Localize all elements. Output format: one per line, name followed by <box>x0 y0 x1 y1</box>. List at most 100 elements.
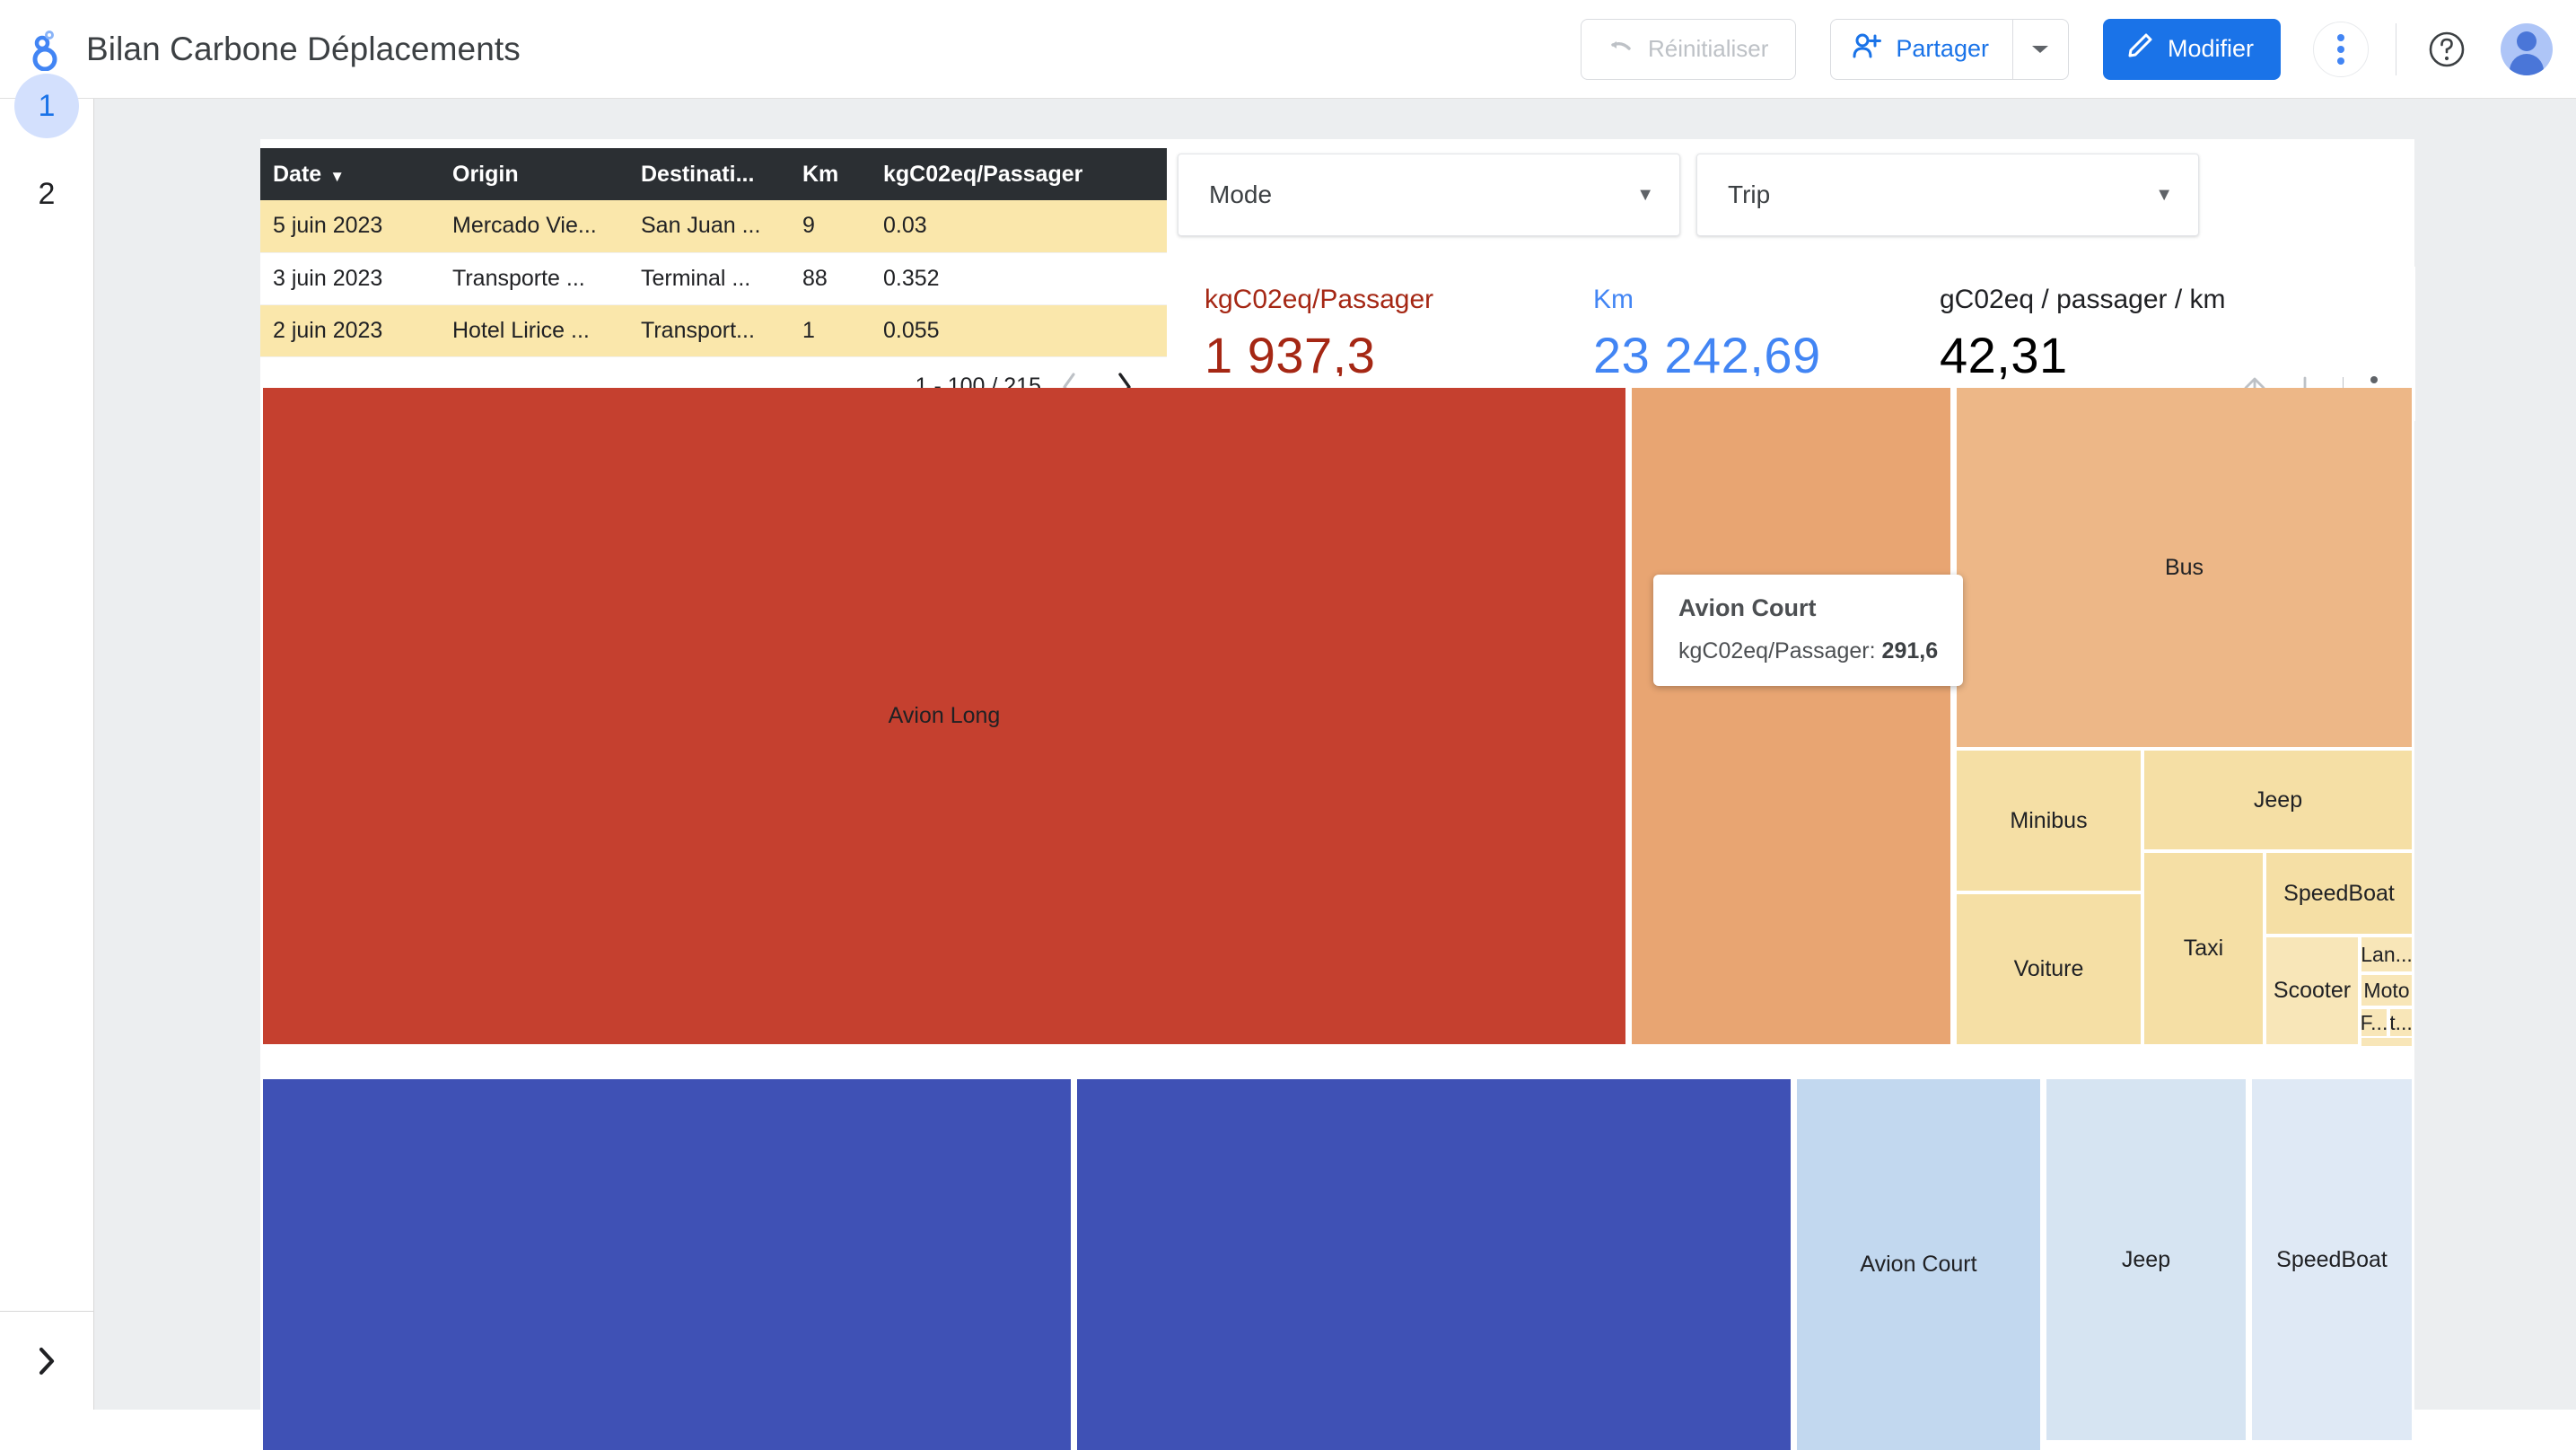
rail-page-2[interactable]: 2 <box>14 162 79 226</box>
treemap-tile-jeep[interactable]: Jeep <box>2144 751 2412 849</box>
help-button[interactable] <box>2423 26 2470 73</box>
edit-button-label: Modifier <box>2167 35 2254 62</box>
table-row[interactable]: 2 juin 2023 Hotel Lirice ... Transport..… <box>260 304 1167 357</box>
table-col-kgco2[interactable]: kgC02eq/Passager <box>871 148 1167 200</box>
rail-expand-button[interactable] <box>0 1311 93 1410</box>
table-row[interactable]: 3 juin 2023 Transporte ... Terminal ... … <box>260 252 1167 305</box>
cell-origin: Mercado Vie... <box>440 200 628 253</box>
undo-icon <box>1608 35 1635 63</box>
treemap-km-tile-jeep[interactable]: Jeep <box>2046 1079 2246 1440</box>
tooltip-metric: kgC02eq/Passager: 291,6 <box>1678 638 1938 664</box>
share-button-group: Partager <box>1830 18 2069 80</box>
treemap-tile-lan[interactable]: Lan... <box>2361 937 2412 971</box>
tile-label: Voiture <box>2013 956 2084 981</box>
table-col-origin[interactable]: Origin <box>440 148 628 200</box>
rail-page-2-label: 2 <box>38 176 56 211</box>
cell-origin: Transporte ... <box>440 252 628 305</box>
person-add-icon <box>1853 32 1882 66</box>
edit-button[interactable]: Modifier <box>2102 18 2281 80</box>
more-options-button[interactable] <box>2313 21 2369 77</box>
dropdown-caret-icon: ▼ <box>2155 184 2173 205</box>
treemap-tile-avion-court[interactable] <box>1632 388 1950 1044</box>
filter-mode-label: Mode <box>1209 180 1273 208</box>
tile-label: t... <box>2390 1010 2412 1034</box>
treemap-km-tile-1[interactable] <box>263 1079 1071 1450</box>
cell-km: 1 <box>790 304 871 357</box>
filter-mode-dropdown[interactable]: Mode ▼ <box>1178 154 1680 236</box>
cell-kgco2: 0.055 <box>871 304 1167 357</box>
share-dropdown-caret[interactable] <box>2011 19 2068 79</box>
scorecard-kgco2[interactable]: kgC02eq/Passager 1 937,3 <box>1178 267 1552 376</box>
treemap-tile-t[interactable]: t... <box>2390 1009 2412 1036</box>
page-rail: 1 2 <box>0 74 94 1410</box>
tile-label: F... <box>2361 1010 2387 1034</box>
treemap-tile-taxi[interactable]: Taxi <box>2144 853 2263 1044</box>
report-page: Date ▼ Origin Destinati... Km kgC02eq/Pas… <box>260 139 2415 1450</box>
treemap-tile-minibus[interactable]: Minibus <box>1957 751 2141 891</box>
rail-page-1[interactable]: 1 <box>14 74 79 138</box>
user-avatar[interactable] <box>2501 22 2553 75</box>
treemap-tile-bus[interactable]: Bus <box>1957 388 2412 747</box>
treemap-tile-moto[interactable]: Moto <box>2361 975 2412 1006</box>
tooltip-metric-label: kgC02eq/Passager: <box>1678 638 1876 663</box>
treemap-tile-voiture[interactable]: Voiture <box>1957 894 2141 1044</box>
trips-table: Date ▼ Origin Destinati... Km kgC02eq/Pas… <box>260 148 1167 357</box>
treemap-tile-scooter[interactable]: Scooter <box>2266 937 2358 1044</box>
scorecard-km-caption: Km <box>1593 285 1634 314</box>
scorecard-km-value: 23 242,69 <box>1593 327 1821 376</box>
cell-destination: Transport... <box>628 304 790 357</box>
filter-trip-label: Trip <box>1728 180 1771 208</box>
reset-button-label: Réinitialiser <box>1648 35 1769 62</box>
report-canvas: Date ▼ Origin Destinati... Km kgC02eq/Pas… <box>94 99 2576 1450</box>
share-button[interactable]: Partager <box>1831 20 2012 79</box>
tile-label: Jeep <box>2121 1246 2171 1272</box>
tile-label: ... <box>2379 1038 2393 1046</box>
cell-kgco2: 0.03 <box>871 200 1167 253</box>
tile-label: Moto <box>2363 978 2410 1002</box>
treemap-emissions: Avion Long Bus Minibus Voiture Jeep Taxi… <box>260 386 2414 1046</box>
treemap-km-tile-speedboat[interactable]: SpeedBoat <box>2252 1079 2412 1440</box>
kebab-menu-icon <box>2337 33 2344 65</box>
help-circle-icon <box>2429 31 2465 66</box>
filter-trip-dropdown[interactable]: Trip ▼ <box>1696 154 2199 236</box>
tile-label: SpeedBoat <box>2276 1246 2388 1272</box>
cell-km: 9 <box>790 200 871 253</box>
table-col-destination[interactable]: Destinati... <box>628 148 790 200</box>
chevron-down-icon <box>2032 45 2049 53</box>
treemap-tile-other[interactable]: ... <box>2361 1038 2412 1046</box>
tooltip-title: Avion Court <box>1678 594 1817 621</box>
tooltip-metric-value: 291,6 <box>1881 638 1939 663</box>
table-header-row: Date ▼ Origin Destinati... Km kgC02eq/Pas… <box>260 148 1167 200</box>
treemap-tile-speedboat[interactable]: SpeedBoat <box>2266 853 2412 934</box>
tile-label: Taxi <box>2183 936 2224 961</box>
kebab-menu-icon <box>2370 376 2378 383</box>
sort-descending-caret-icon: ▼ <box>329 167 346 185</box>
tile-label: Avion Court <box>1860 1252 1977 1277</box>
app-header: Bilan Carbone Déplacements Réinitialiser <box>0 0 2576 99</box>
cell-date: 5 juin 2023 <box>260 200 440 253</box>
treemap-km-tile-2[interactable] <box>1077 1079 1791 1450</box>
tile-label: Bus <box>2164 554 2204 580</box>
treemap-tile-avion-long[interactable]: Avion Long <box>263 388 1625 1044</box>
cell-origin: Hotel Lirice ... <box>440 304 628 357</box>
tile-label: Jeep <box>2253 787 2303 813</box>
tile-label: Scooter <box>2273 978 2352 1003</box>
rail-page-1-label: 1 <box>38 88 56 123</box>
scorecard-km[interactable]: Km 23 242,69 <box>1566 267 1898 376</box>
dropdown-caret-icon: ▼ <box>1636 184 1654 205</box>
treemap-tooltip: Avion Court kgC02eq/Passager: 291,6 <box>1653 575 1964 686</box>
treemap-tile-f[interactable]: F... <box>2361 1009 2387 1036</box>
scorecard-kgco2-caption: kgC02eq/Passager <box>1205 285 1434 314</box>
pencil-icon <box>2126 32 2153 66</box>
table-row[interactable]: 5 juin 2023 Mercado Vie... San Juan ... … <box>260 200 1167 253</box>
scorecard-kgco2-value: 1 937,3 <box>1205 327 1376 376</box>
treemap-km: Avion Court Jeep SpeedBoat <box>260 1077 2414 1450</box>
reset-button[interactable]: Réinitialiser <box>1581 18 1797 80</box>
table-col-km[interactable]: Km <box>790 148 871 200</box>
tile-label: Avion Long <box>888 703 1001 728</box>
looker-studio-logo-icon[interactable] <box>25 26 66 73</box>
table-col-date[interactable]: Date ▼ <box>260 148 440 200</box>
cell-date: 2 juin 2023 <box>260 304 440 357</box>
cell-destination: Terminal ... <box>628 252 790 305</box>
treemap-km-tile-avion-court[interactable]: Avion Court <box>1797 1079 2040 1450</box>
